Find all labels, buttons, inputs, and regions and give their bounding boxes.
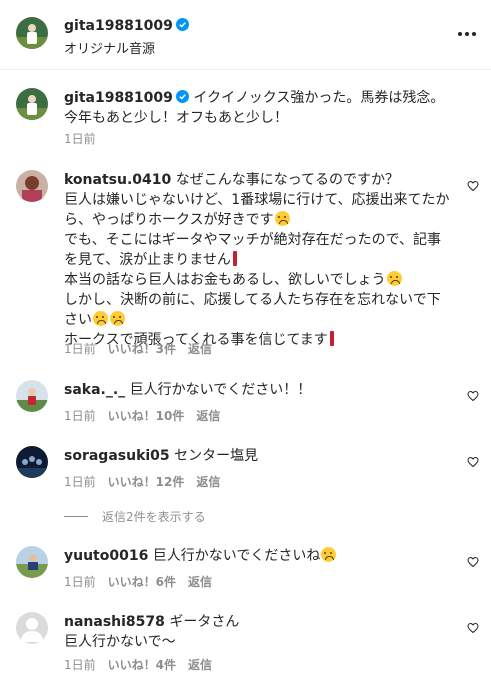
reply-button[interactable]: 返信 <box>188 656 212 673</box>
divider-line <box>64 516 88 517</box>
crying-face-icon <box>386 271 402 286</box>
reply-button[interactable]: 返信 <box>196 473 220 490</box>
comment-meta: 1日前 いいね！6件 返信 <box>64 573 212 590</box>
sad-face-icon <box>110 311 125 326</box>
audio-label[interactable]: オリジナル音源 <box>64 38 155 57</box>
heart-icon[interactable] <box>467 556 479 568</box>
caption-username[interactable]: gita19881009 <box>64 90 173 106</box>
post-header: gita19881009 オリジナル音源 <box>0 0 491 70</box>
heart-icon[interactable] <box>467 180 479 192</box>
comment-likes[interactable]: いいね！6件 <box>108 573 176 590</box>
view-replies-button[interactable]: 返信2件を表示する <box>64 508 206 525</box>
more-options-icon[interactable] <box>455 22 479 46</box>
comment-likes[interactable]: いいね！4件 <box>108 656 176 673</box>
reply-button[interactable]: 返信 <box>196 407 220 424</box>
crying-face-icon <box>321 547 337 562</box>
author-avatar[interactable] <box>16 17 48 49</box>
commenter-avatar[interactable] <box>16 612 48 644</box>
comment-likes[interactable]: いいね！12件 <box>108 473 185 490</box>
comment-text: saka._._ 巨人行かないでください！！ <box>64 382 312 398</box>
reply-button[interactable]: 返信 <box>188 573 212 590</box>
heart-icon[interactable] <box>467 456 479 468</box>
caption-time: 1日前 <box>64 132 96 146</box>
reply-button[interactable]: 返信 <box>188 340 212 357</box>
comment-meta: 1日前 いいね！10件 返信 <box>64 407 220 424</box>
comment-time: 1日前 <box>64 409 96 423</box>
caption-line: イクイノックス強かった。馬券は残念。 <box>193 90 445 106</box>
heart-icon[interactable] <box>467 622 479 634</box>
exclamation-icon <box>329 331 334 346</box>
commenter-avatar[interactable] <box>16 170 48 202</box>
caption-text: gita19881009 イクイノックス強かった。馬券は残念。 今年もあと少し！… <box>64 88 464 128</box>
author-avatar[interactable] <box>16 88 48 120</box>
commenter-username[interactable]: saka._._ <box>64 382 125 398</box>
comment-time: 1日前 <box>64 575 96 589</box>
commenter-avatar[interactable] <box>16 380 48 412</box>
comment-time: 1日前 <box>64 342 96 356</box>
verified-badge-icon <box>175 90 189 103</box>
comment-text: konatsu.0410 なぜこんな事になってるのですか？ 巨人は嫌いじゃないけ… <box>64 172 450 348</box>
author-username[interactable]: gita19881009 <box>64 18 189 34</box>
comment-meta: 1日前 いいね！4件 返信 <box>64 656 212 673</box>
comment-meta: 1日前 いいね！12件 返信 <box>64 473 220 490</box>
verified-badge-icon <box>175 18 189 31</box>
commenter-avatar[interactable] <box>16 546 48 578</box>
heart-icon[interactable] <box>467 390 479 402</box>
caption-line: 今年もあと少し！オフもあと少し！ <box>64 110 288 126</box>
exclamation-icon <box>232 251 237 266</box>
commenter-username[interactable]: yuuto0016 <box>64 548 148 564</box>
comment-likes[interactable]: いいね！3件 <box>108 340 176 357</box>
comment-text: yuuto0016 巨人行かないでくださいね <box>64 546 456 566</box>
comment-likes[interactable]: いいね！10件 <box>108 407 185 424</box>
comment-meta: 1日前 いいね！3件 返信 <box>64 340 212 357</box>
comment-text: nanashi8578 ギータさん 巨人行かないで〜 <box>64 614 240 650</box>
commenter-username[interactable]: konatsu.0410 <box>64 172 171 188</box>
comment-time: 1日前 <box>64 658 96 672</box>
commenter-avatar[interactable] <box>16 446 48 478</box>
comment-text: soragasuki05 センター塩見 <box>64 448 259 464</box>
commenter-username[interactable]: soragasuki05 <box>64 448 170 464</box>
comment-time: 1日前 <box>64 475 96 489</box>
sad-face-icon <box>93 311 108 326</box>
crying-face-icon <box>274 211 290 226</box>
commenter-username[interactable]: nanashi8578 <box>64 614 165 630</box>
